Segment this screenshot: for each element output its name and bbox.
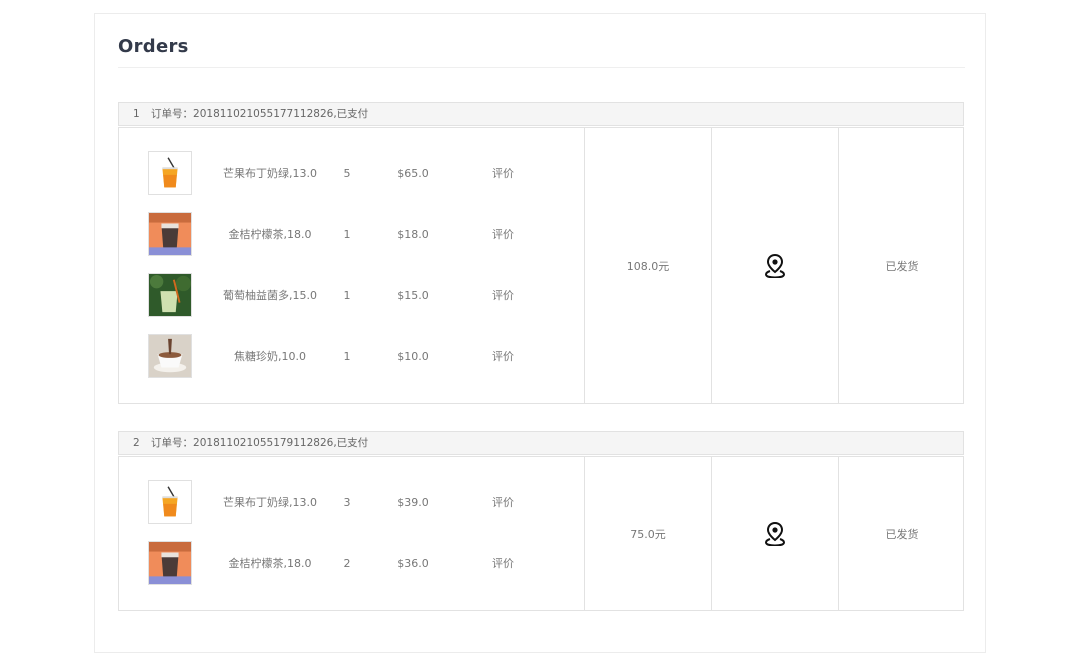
item-name: 芒果布丁奶绿,13.0 xyxy=(223,496,317,509)
order-header: 2 订单号：20181102105517911282​6,已支付 xyxy=(118,431,964,455)
order-total: 75.0元 xyxy=(584,457,711,610)
order-status-text: 已发货 xyxy=(885,527,919,541)
item-price: $15.0 xyxy=(397,289,429,302)
item-price: $65.0 xyxy=(397,167,429,180)
order-card-1: 1 订单号：20181102105517711282​6,已支付 芒果布丁奶绿,… xyxy=(118,102,964,404)
item-name: 葡萄柚益菌多,15.0 xyxy=(223,289,317,302)
page-title: Orders xyxy=(118,36,189,57)
item-quantity: 1 xyxy=(343,228,351,241)
item-price: $36.0 xyxy=(397,557,429,570)
order-item-row: 芒果布丁奶绿,13.0 3 $39.0 评价 xyxy=(119,480,584,526)
item-quantity: 3 xyxy=(343,496,351,509)
review-link[interactable]: 评价 xyxy=(473,273,533,319)
item-price: $18.0 xyxy=(397,228,429,241)
grape-yakult-icon[interactable] xyxy=(148,273,192,317)
order-total-value: 108.0元 xyxy=(626,259,670,273)
review-link[interactable]: 评价 xyxy=(473,541,533,587)
order-status: 已发货 xyxy=(838,128,965,403)
kumquat-tea-icon[interactable] xyxy=(148,541,192,585)
order-header: 1 订单号：20181102105517711282​6,已支付 xyxy=(118,102,964,126)
order-card-2: 2 订单号：20181102105517911282​6,已支付 芒果布丁奶绿,… xyxy=(118,431,964,611)
order-item-row: 金桔柠檬茶,18.0 1 $18.0 评价 xyxy=(119,212,584,258)
mango-drink-icon[interactable] xyxy=(148,151,192,195)
order-items: 芒果布丁奶绿,13.0 5 $65.0 评价 金桔柠檬茶,18.0 1 $18.… xyxy=(119,128,584,403)
review-link[interactable]: 评价 xyxy=(473,480,533,526)
order-status: 已发货 xyxy=(838,457,965,610)
item-price: $10.0 xyxy=(397,350,429,363)
order-item-row: 葡萄柚益菌多,15.0 1 $15.0 评价 xyxy=(119,273,584,319)
order-number-status: 订单号：20181102105517911282​6,已支付 xyxy=(151,437,369,449)
kumquat-tea-icon[interactable] xyxy=(148,212,192,256)
location-pin-icon[interactable] xyxy=(765,521,785,546)
order-body: 芒果布丁奶绿,13.0 3 $39.0 评价 金桔柠檬茶,18.0 2 $36.… xyxy=(118,456,964,611)
order-number-status: 订单号：20181102105517711282​6,已支付 xyxy=(151,108,369,120)
mango-drink-icon[interactable] xyxy=(148,480,192,524)
order-total-value: 75.0元 xyxy=(630,527,666,541)
boba-milk-icon[interactable] xyxy=(148,334,192,378)
item-quantity: 5 xyxy=(343,167,351,180)
item-quantity: 1 xyxy=(343,350,351,363)
orders-panel: Orders 1 订单号：20181102105517711282​6,已支付 … xyxy=(94,13,986,653)
order-status-text: 已发货 xyxy=(885,259,919,273)
title-divider xyxy=(118,67,965,68)
order-item-row: 芒果布丁奶绿,13.0 5 $65.0 评价 xyxy=(119,151,584,197)
order-index: 1 xyxy=(133,108,140,120)
order-index: 2 xyxy=(133,437,140,449)
review-link[interactable]: 评价 xyxy=(473,151,533,197)
location-pin-icon[interactable] xyxy=(765,253,785,278)
order-body: 芒果布丁奶绿,13.0 5 $65.0 评价 金桔柠檬茶,18.0 1 $18.… xyxy=(118,127,964,404)
item-name: 焦糖珍奶,10.0 xyxy=(234,350,306,363)
item-price: $39.0 xyxy=(397,496,429,509)
item-name: 芒果布丁奶绿,13.0 xyxy=(223,167,317,180)
review-link[interactable]: 评价 xyxy=(473,212,533,258)
order-address xyxy=(711,457,838,610)
order-total: 108.0元 xyxy=(584,128,711,403)
order-item-row: 焦糖珍奶,10.0 1 $10.0 评价 xyxy=(119,334,584,380)
item-name: 金桔柠檬茶,18.0 xyxy=(228,228,312,241)
item-name: 金桔柠檬茶,18.0 xyxy=(228,557,312,570)
order-address xyxy=(711,128,838,403)
item-quantity: 2 xyxy=(343,557,351,570)
review-link[interactable]: 评价 xyxy=(473,334,533,380)
order-items: 芒果布丁奶绿,13.0 3 $39.0 评价 金桔柠檬茶,18.0 2 $36.… xyxy=(119,457,584,610)
order-item-row: 金桔柠檬茶,18.0 2 $36.0 评价 xyxy=(119,541,584,587)
item-quantity: 1 xyxy=(343,289,351,302)
